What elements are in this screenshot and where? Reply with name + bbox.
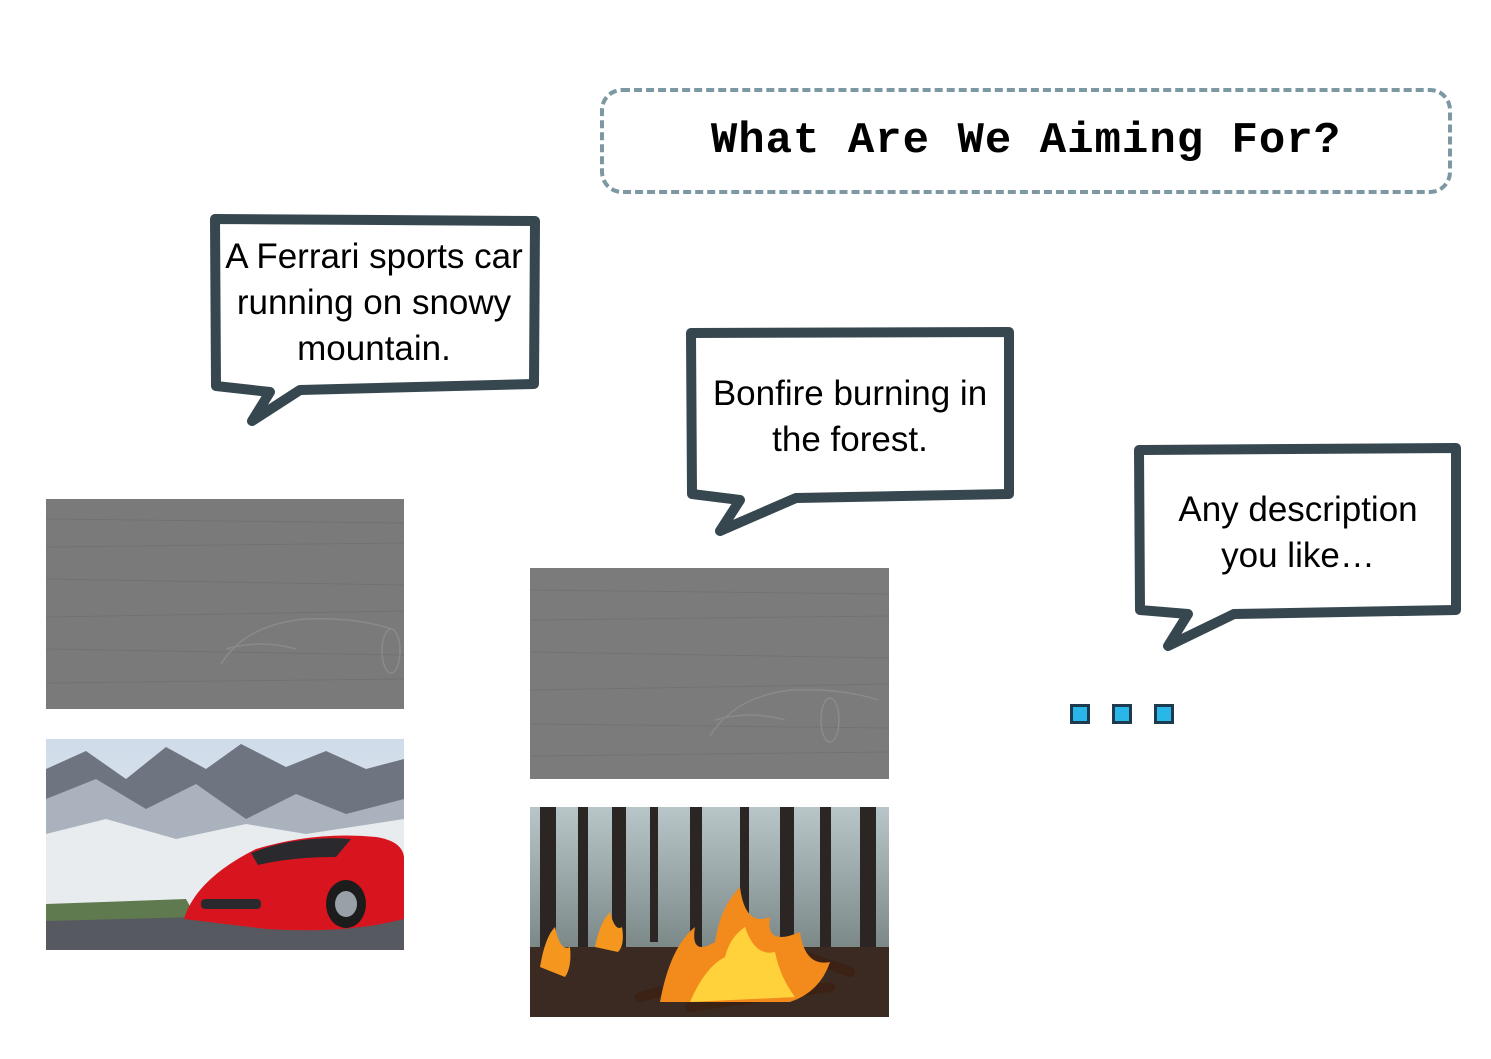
dot (1154, 704, 1174, 724)
generated-image-ferrari-snowy-mountain (46, 739, 404, 950)
dot (1112, 704, 1132, 724)
speech-bubble-any: Any description you like… (1134, 443, 1462, 654)
noise-image-ferrari (46, 499, 404, 709)
prompt-ferrari: A Ferrari sports car running on snowy mo… (225, 237, 523, 368)
speech-bubble-bonfire: Bonfire burning in the forest. (686, 327, 1014, 538)
dot (1070, 704, 1090, 724)
title: What Are We Aiming For? (710, 116, 1342, 166)
noise-image-bonfire (530, 568, 889, 779)
prompt-any: Any description you like… (1178, 490, 1418, 575)
title-box: What Are We Aiming For? (600, 88, 1452, 194)
ellipsis-dots-icon (1070, 704, 1174, 724)
prompt-bonfire: Bonfire burning in the forest. (712, 374, 988, 459)
speech-bubble-ferrari: A Ferrari sports car running on snowy mo… (210, 214, 540, 429)
generated-image-bonfire-forest (530, 807, 889, 1017)
